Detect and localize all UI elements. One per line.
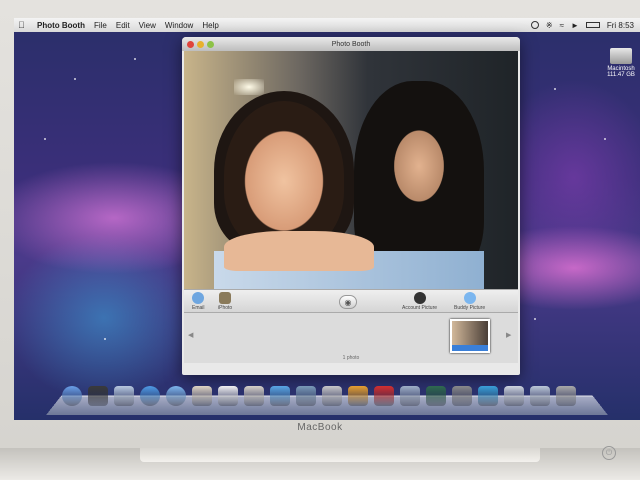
itunes-icon[interactable] [270, 386, 290, 406]
menu-bar:  Photo Booth File Edit View Window Help… [14, 18, 640, 32]
desktop:  Photo Booth File Edit View Window Help… [14, 18, 640, 420]
hands [224, 231, 374, 271]
macbook-logo: MacBook [297, 422, 343, 433]
hard-drive-icon [610, 48, 632, 64]
window-titlebar[interactable]: Photo Booth [182, 37, 520, 51]
menu-view[interactable]: View [139, 21, 156, 30]
menu-file[interactable]: File [94, 21, 107, 30]
camera-preview [184, 51, 518, 289]
laptop-latch [140, 448, 540, 462]
ical-icon[interactable] [218, 386, 238, 406]
strip-count: 1 photo [342, 355, 360, 361]
dock [62, 378, 602, 406]
app-menu[interactable]: Photo Booth [37, 21, 85, 30]
email-button[interactable]: Email [192, 292, 205, 311]
drive-size: 111.47 GB [607, 72, 635, 78]
apple-menu-icon[interactable]:  [18, 20, 28, 30]
dashboard-icon[interactable] [88, 386, 108, 406]
menu-window[interactable]: Window [165, 21, 193, 30]
iphoto-icon [219, 292, 232, 304]
bluetooth-icon[interactable]: ※ [546, 21, 553, 30]
take-picture-button[interactable]: ◉ [339, 295, 357, 309]
menu-help[interactable]: Help [202, 21, 218, 30]
power-icon[interactable]: ⏻ [602, 446, 616, 460]
safari-icon[interactable] [140, 386, 160, 406]
network-icon[interactable] [478, 386, 498, 406]
menu-edit[interactable]: Edit [116, 21, 130, 30]
garageband-icon[interactable] [348, 386, 368, 406]
trash-icon[interactable] [556, 386, 576, 406]
photo-toolbar: Email iPhoto ◉ Account Picture Buddy Pic… [184, 289, 518, 313]
buddy-picture-label: Buddy Picture [454, 305, 486, 311]
photo-strip[interactable]: ◀ ▶ 1 photo [184, 313, 518, 363]
wifi-icon[interactable]: ≈ [560, 21, 564, 30]
system-preferences-icon[interactable] [452, 386, 472, 406]
time-machine-icon[interactable] [530, 21, 539, 29]
downloads-folder-icon[interactable] [530, 386, 550, 406]
iphoto-button[interactable]: iPhoto [218, 292, 232, 311]
account-picture-button[interactable]: Account Picture [402, 292, 437, 311]
spaces-icon[interactable] [400, 386, 420, 406]
address-book-icon[interactable] [192, 386, 212, 406]
account-picture-label: Account Picture [402, 305, 438, 311]
scroll-right-icon[interactable]: ▶ [506, 331, 511, 339]
person-right-face [379, 111, 459, 221]
window-title: Photo Booth [331, 40, 371, 48]
photo-booth-window: Photo Booth Email iPhoto ◉ Account Pictu… [182, 37, 520, 375]
account-picture-icon [413, 292, 426, 304]
battery-icon[interactable] [585, 22, 600, 28]
email-icon [192, 292, 205, 304]
iphoto-icon[interactable] [296, 386, 316, 406]
documents-folder-icon[interactable] [504, 386, 524, 406]
desktop-drive[interactable]: Macintosh 111.47 GB [602, 48, 640, 78]
photo-booth-icon[interactable] [374, 386, 394, 406]
person-left-face [224, 101, 344, 251]
finder-icon[interactable] [62, 386, 82, 406]
mail-icon[interactable] [114, 386, 134, 406]
time-machine-icon[interactable] [426, 386, 446, 406]
email-label: Email [192, 305, 205, 311]
menubar-clock[interactable]: Fri 8:53 [607, 21, 634, 30]
preview-icon[interactable] [244, 386, 264, 406]
buddy-picture-button[interactable]: Buddy Picture [454, 292, 485, 311]
imovie-icon[interactable] [322, 386, 342, 406]
ceiling-light [234, 79, 264, 95]
scroll-left-icon[interactable]: ◀ [188, 331, 193, 339]
ichat-icon[interactable] [166, 386, 186, 406]
iphoto-label: iPhoto [218, 305, 233, 311]
photo-thumbnail[interactable] [450, 319, 490, 353]
volume-icon[interactable]: ► [571, 21, 579, 30]
thumbnail-selection [452, 345, 488, 351]
buddy-picture-icon [463, 292, 476, 304]
camera-icon: ◉ [344, 297, 352, 307]
